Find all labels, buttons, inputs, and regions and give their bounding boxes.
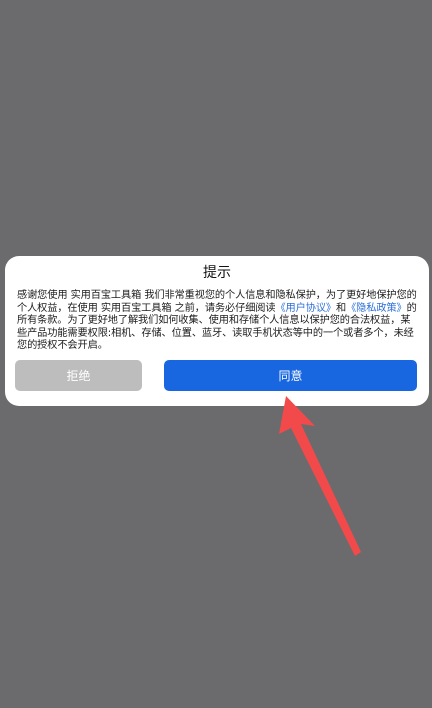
reject-button[interactable]: 拒绝 [15,360,142,391]
dialog-body-text: 感谢您使用 实用百宝工具箱 我们非常重视您的个人信息和隐私保护，为了更好地保护您… [17,290,419,353]
agree-button[interactable]: 同意 [164,360,417,391]
dialog-title: 提示 [203,265,231,281]
privacy-policy-link[interactable]: 《隐私政策》 [346,303,407,314]
user-agreement-link[interactable]: 《用户协议》 [275,303,336,314]
privacy-consent-dialog: 提示 感谢您使用 实用百宝工具箱 我们非常重视您的个人信息和隐私保护，为了更好地… [5,256,429,406]
body-text-and: 和 [336,302,347,314]
